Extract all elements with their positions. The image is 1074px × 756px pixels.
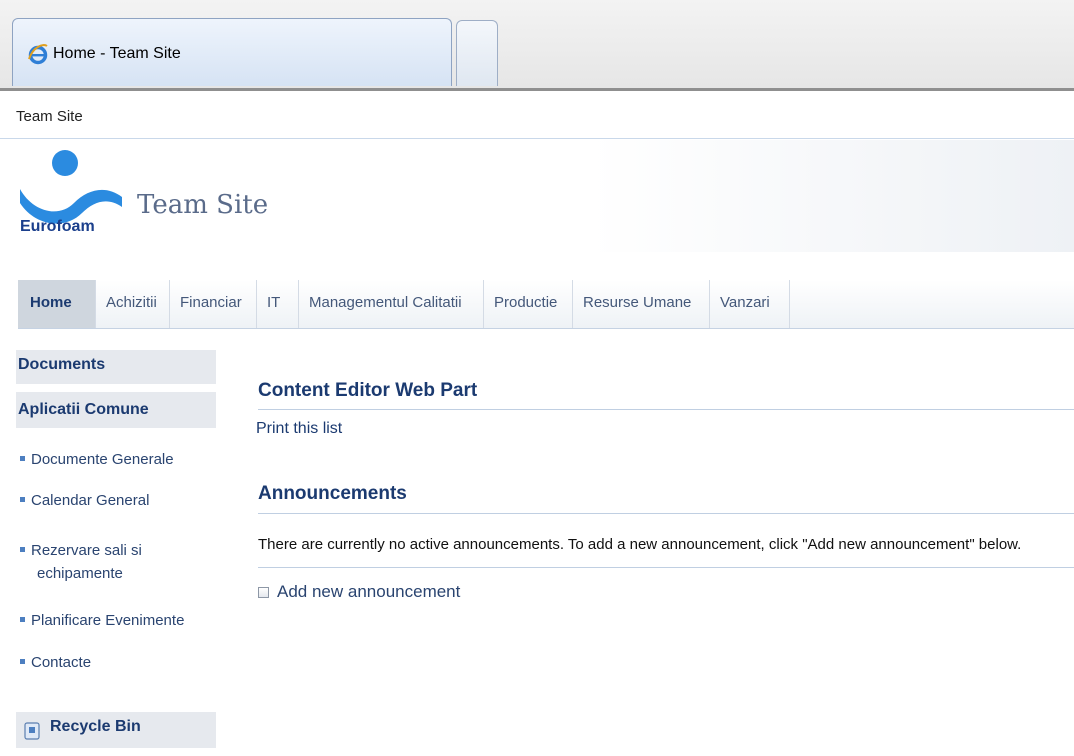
quicklaunch-item-documente-generale[interactable]: Documente Generale: [20, 449, 174, 471]
announcements-footer-divider: [258, 567, 1074, 568]
webpart-title-divider: [258, 409, 1074, 410]
announcements-empty-message: There are currently no active announceme…: [258, 536, 1022, 553]
content-editor-webpart-title: Content Editor Web Part: [258, 380, 478, 401]
bullet-icon: [20, 658, 25, 664]
internet-explorer-icon: [28, 44, 48, 65]
quicklaunch-item-planificare-evenimente[interactable]: Planificare Evenimente: [20, 610, 184, 632]
site-title[interactable]: Team Site: [137, 190, 268, 220]
quicklaunch-item-rezervare-sali-line2[interactable]: echipamente: [37, 563, 123, 585]
breadcrumb[interactable]: Team Site: [16, 108, 83, 125]
recycle-bin-icon: [24, 722, 40, 740]
bullet-icon: [20, 616, 25, 622]
quicklaunch-item-rezervare-sali[interactable]: Rezervare sali si: [20, 540, 142, 562]
list-item-icon: [258, 587, 269, 598]
top-navigation: Home Achizitii Financiar IT Managementul…: [18, 280, 1074, 329]
bullet-icon: [20, 546, 25, 552]
quicklaunch-documents[interactable]: Documents: [16, 350, 216, 384]
tab-title: Home - Team Site: [53, 45, 181, 62]
nav-home[interactable]: Home: [18, 280, 96, 328]
breadcrumb-divider: [0, 138, 1074, 139]
nav-resurse-umane[interactable]: Resurse Umane: [573, 280, 710, 328]
nav-managementul-calitatii[interactable]: Managementul Calitatii: [299, 280, 484, 328]
nav-financiar[interactable]: Financiar: [170, 280, 257, 328]
nav-productie[interactable]: Productie: [484, 280, 573, 328]
browser-tab[interactable]: Home - Team Site: [12, 18, 452, 86]
nav-vanzari[interactable]: Vanzari: [710, 280, 790, 328]
nav-it[interactable]: IT: [257, 280, 299, 328]
add-new-announcement-link[interactable]: Add new announcement: [258, 582, 460, 602]
bullet-icon: [20, 455, 25, 461]
recycle-bin-link[interactable]: Recycle Bin: [16, 712, 216, 748]
quicklaunch-aplicatii-comune[interactable]: Aplicatii Comune: [16, 392, 216, 428]
print-list-link[interactable]: Print this list: [256, 420, 342, 438]
announcements-title[interactable]: Announcements: [258, 483, 407, 505]
recycle-bin-label: Recycle Bin: [50, 718, 141, 735]
quicklaunch-item-contacte[interactable]: Contacte: [20, 652, 91, 674]
quicklaunch-item-calendar-general[interactable]: Calendar General: [20, 490, 149, 512]
bullet-icon: [20, 496, 25, 502]
logo-text: Eurofoam: [20, 218, 95, 235]
nav-achizitii[interactable]: Achizitii: [96, 280, 170, 328]
announcements-title-divider: [258, 513, 1074, 514]
tab-strip-border: [0, 88, 1074, 91]
new-tab-button[interactable]: [456, 20, 498, 86]
